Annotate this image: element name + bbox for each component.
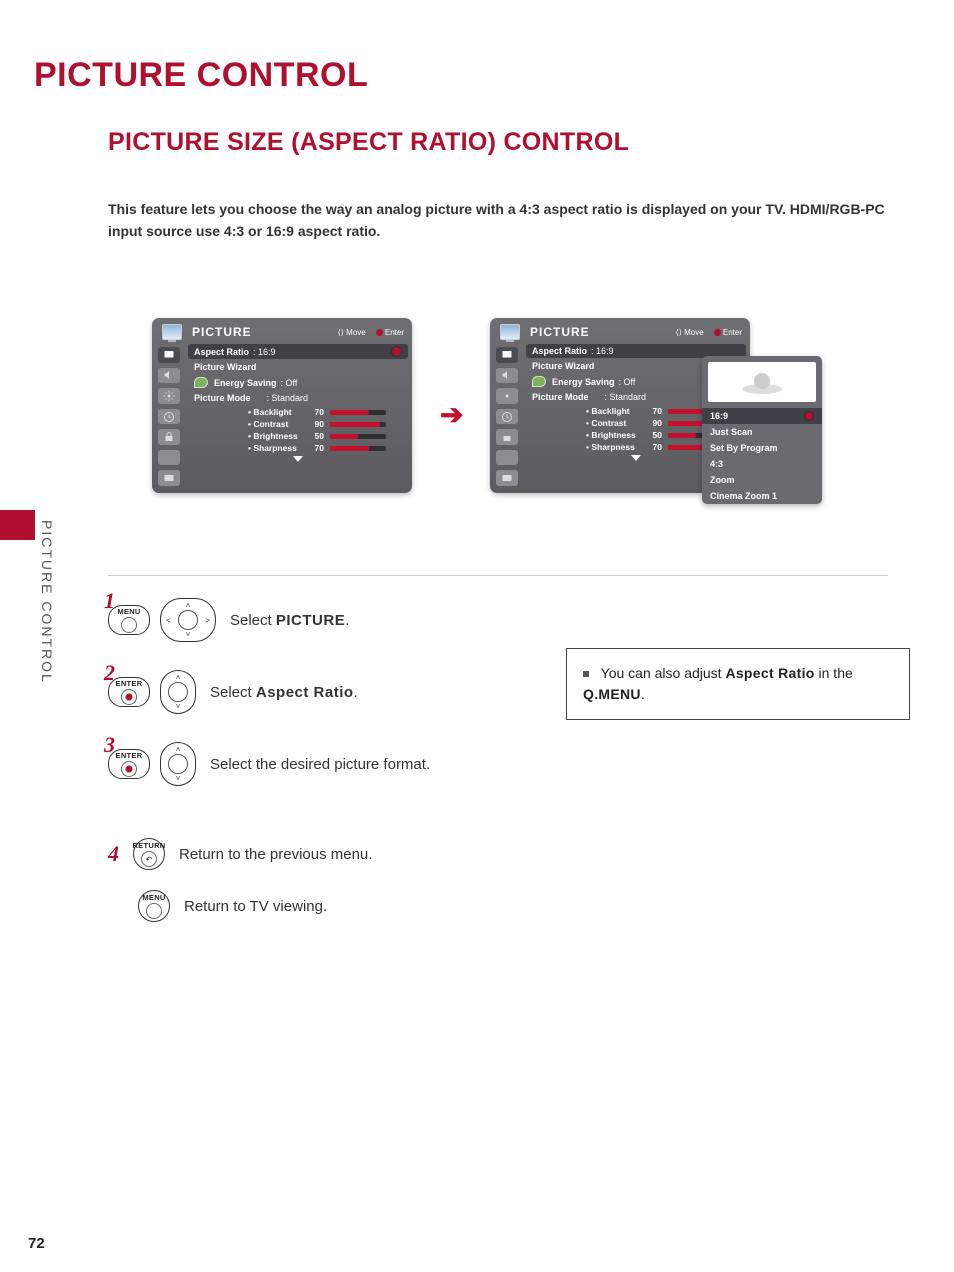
step-text: Select the desired picture format. <box>210 756 430 773</box>
tip-box: You can also adjust Aspect Ratio in the … <box>566 648 910 720</box>
tab-time-icon[interactable] <box>158 409 180 425</box>
tab-audio-icon[interactable] <box>158 368 180 384</box>
menu-picture-wizard[interactable]: Picture Wizard <box>188 360 408 374</box>
tab-input-icon[interactable] <box>158 470 180 486</box>
intro-text: This feature lets you choose the way an … <box>108 198 888 243</box>
tab-lock-icon[interactable] <box>158 429 180 445</box>
menu-button[interactable]: MENU <box>138 890 170 922</box>
step-number: 1 <box>104 588 115 614</box>
separator-line <box>108 575 888 576</box>
bullet-icon <box>583 671 589 677</box>
tab-input-icon[interactable] <box>496 470 518 486</box>
step-number: 2 <box>104 660 115 686</box>
step-text: Return to the previous menu. <box>179 846 372 863</box>
menu-aspect-ratio[interactable]: Aspect Ratio : 16:9 <box>188 344 408 359</box>
flyout-option[interactable]: Zoom <box>702 472 822 488</box>
preview-thumb <box>708 362 816 402</box>
nav-pad-vertical[interactable]: ˄˅ <box>160 742 196 786</box>
tab-option-icon[interactable] <box>158 450 180 466</box>
slider-row[interactable]: • Brightness50 <box>248 430 408 442</box>
flyout-option[interactable]: Set By Program <box>702 440 822 456</box>
page-title: PICTURE CONTROL <box>34 56 368 95</box>
flyout-option[interactable]: 4:3 <box>702 456 822 472</box>
step-number: 3 <box>104 732 115 758</box>
slider-row[interactable]: • Backlight70 <box>248 406 408 418</box>
osd-title: PICTURE <box>530 325 590 339</box>
nav-pad-vertical[interactable]: ˄˅ <box>160 670 196 714</box>
tab-settings-icon[interactable] <box>158 388 180 404</box>
return-button[interactable]: RETURN ↶ <box>133 838 165 870</box>
osd-header: PICTURE ⟨⟩ Move Enter <box>152 318 412 344</box>
step-text: Select Aspect Ratio. <box>210 684 358 701</box>
tab-settings-icon[interactable] <box>496 388 518 404</box>
flyout-option[interactable]: Cinema Zoom 1 <box>702 488 822 504</box>
osd-hint: ⟨⟩ Move Enter <box>676 328 742 337</box>
osd-panel-before: PICTURE ⟨⟩ Move Enter Aspect Ratio : 16:… <box>152 318 412 493</box>
flyout-option[interactable]: Just Scan <box>702 424 822 440</box>
step-number: 4 <box>108 841 119 867</box>
tab-picture-icon[interactable] <box>158 347 180 363</box>
accent-bar <box>0 510 35 540</box>
step-1: 1 MENU ˄˅ ˂˃ Select PICTURE. <box>108 596 488 644</box>
step-text: Return to TV viewing. <box>184 898 327 915</box>
step-text: Select PICTURE. <box>230 612 349 629</box>
step-5: MENU Return to TV viewing. <box>108 890 488 922</box>
side-label: PICTURE CONTROL <box>39 520 55 684</box>
osd-icon-column <box>490 344 524 489</box>
flyout-options: 16:9Just ScanSet By Program4:3ZoomCinema… <box>702 408 822 504</box>
flyout-option[interactable]: 16:9 <box>702 408 822 424</box>
aspect-ratio-flyout: 16:9Just ScanSet By Program4:3ZoomCinema… <box>702 356 822 504</box>
arrow-right-icon: ➔ <box>440 398 463 431</box>
tab-time-icon[interactable] <box>496 409 518 425</box>
monitor-icon <box>162 324 182 340</box>
osd-icon-column <box>152 344 186 489</box>
tab-option-icon[interactable] <box>496 450 518 466</box>
tab-lock-icon[interactable] <box>496 429 518 445</box>
osd-header: PICTURE ⟨⟩ Move Enter <box>490 318 750 344</box>
step-4: 4 RETURN ↶ Return to the previous menu. <box>108 838 488 870</box>
tab-picture-icon[interactable] <box>496 347 518 363</box>
more-down-icon <box>631 455 641 461</box>
section-title: PICTURE SIZE (ASPECT RATIO) CONTROL <box>108 128 629 157</box>
step-2: 2 ENTER ˄˅ Select Aspect Ratio. <box>108 668 488 716</box>
enter-icon <box>391 346 402 357</box>
monitor-icon <box>500 324 520 340</box>
eco-icon <box>532 376 546 387</box>
slider-row[interactable]: • Sharpness70 <box>248 442 408 454</box>
osd-title: PICTURE <box>192 325 252 339</box>
menu-picture-mode[interactable]: Picture Mode : Standard <box>188 391 408 405</box>
slider-row[interactable]: • Contrast90 <box>248 418 408 430</box>
eco-icon <box>194 377 208 388</box>
nav-pad[interactable]: ˄˅ ˂˃ <box>160 598 216 642</box>
step-3: 3 ENTER ˄˅ Select the desired picture fo… <box>108 740 488 788</box>
osd-hint: ⟨⟩ Move Enter <box>338 328 404 337</box>
tab-audio-icon[interactable] <box>496 368 518 384</box>
slider-list: • Backlight70• Contrast90• Brightness50•… <box>188 406 408 454</box>
menu-energy-saving[interactable]: Energy Saving : Off <box>188 375 408 390</box>
more-down-icon <box>293 456 303 462</box>
page-number: 72 <box>28 1235 45 1252</box>
